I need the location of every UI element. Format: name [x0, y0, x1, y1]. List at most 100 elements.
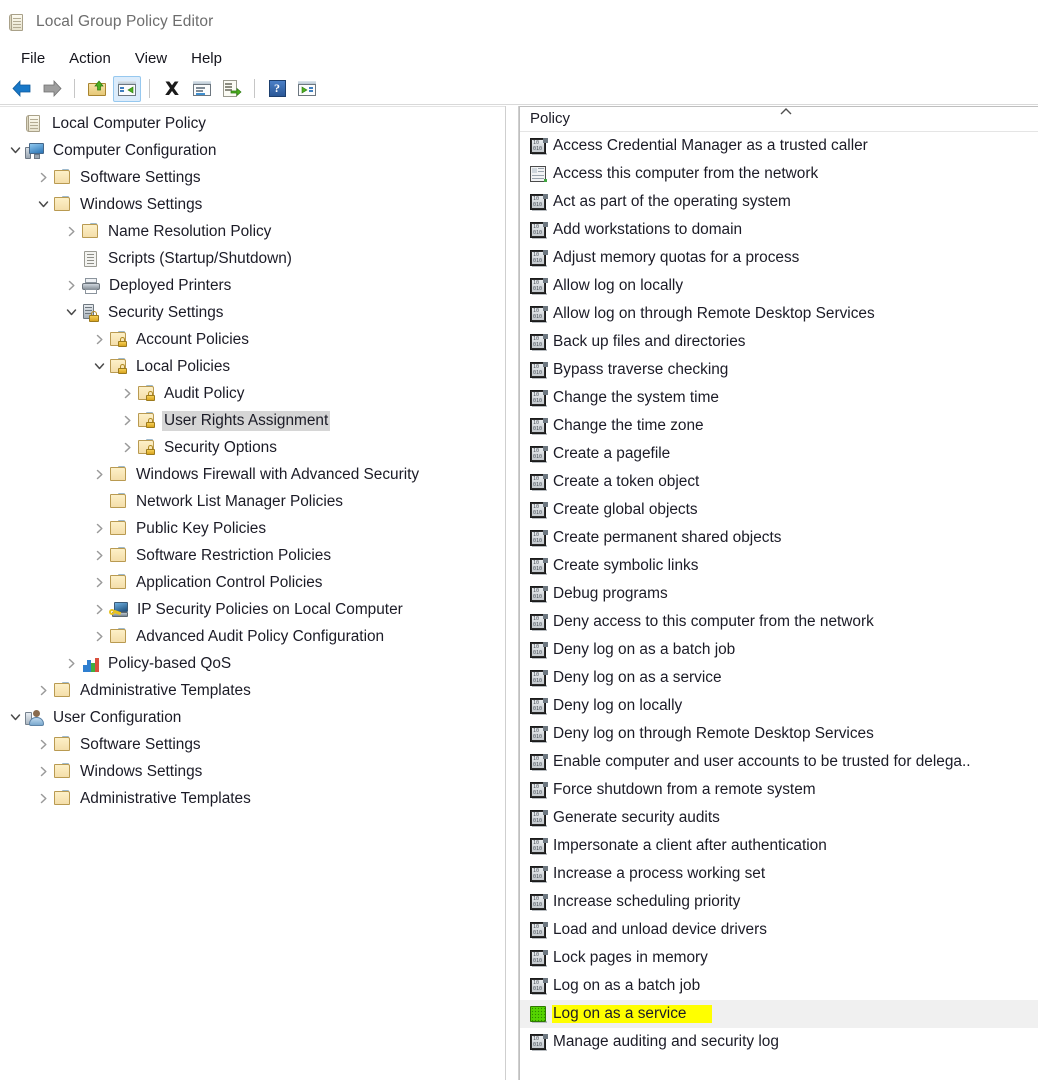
tree-item-account-policies[interactable]: Account Policies	[0, 326, 505, 353]
tree-item-network-list-manager-policies[interactable]: Network List Manager Policies	[0, 488, 505, 515]
menu-help[interactable]: Help	[182, 48, 231, 69]
policy-list-item[interactable]: 10010Deny access to this computer from t…	[520, 608, 1038, 636]
chevron-right-icon[interactable]	[90, 519, 109, 538]
chevron-right-icon[interactable]	[90, 600, 109, 619]
chevron-down-icon[interactable]	[6, 708, 25, 727]
chevron-down-icon[interactable]	[90, 357, 109, 376]
menu-action[interactable]: Action	[60, 48, 120, 69]
help-button[interactable]: ?	[263, 76, 291, 102]
policy-list-item[interactable]: 10010Deny log on through Remote Desktop …	[520, 720, 1038, 748]
tree-item-windows-settings[interactable]: Windows Settings	[0, 191, 505, 218]
menu-view[interactable]: View	[126, 48, 176, 69]
chevron-right-icon[interactable]	[34, 168, 53, 187]
policy-list-item[interactable]: Access this computer from the network	[520, 160, 1038, 188]
chevron-down-icon[interactable]	[34, 195, 53, 214]
chevron-right-icon[interactable]	[34, 762, 53, 781]
pane-splitter[interactable]	[505, 106, 519, 1080]
policy-list-item[interactable]: 10010Increase a process working set	[520, 860, 1038, 888]
tree-item-security-options[interactable]: Security Options	[0, 434, 505, 461]
policy-list-item[interactable]: 10010Act as part of the operating system	[520, 188, 1038, 216]
tree-item-software-settings[interactable]: Software Settings	[0, 731, 505, 758]
policy-list-item[interactable]: 10010Change the time zone	[520, 412, 1038, 440]
menu-file[interactable]: File	[12, 48, 54, 69]
chevron-right-icon[interactable]	[90, 627, 109, 646]
chevron-right-icon[interactable]	[34, 681, 53, 700]
tree-item-advanced-audit-policy-configuration[interactable]: Advanced Audit Policy Configuration	[0, 623, 505, 650]
policy-list-item[interactable]: 10010Deny log on locally	[520, 692, 1038, 720]
chevron-right-icon[interactable]	[34, 789, 53, 808]
policy-list-item[interactable]: 10010Create a token object	[520, 468, 1038, 496]
chevron-right-icon[interactable]	[90, 465, 109, 484]
policy-list-item[interactable]: 10010Allow log on locally	[520, 272, 1038, 300]
tree-item-software-settings[interactable]: Software Settings	[0, 164, 505, 191]
forward-button[interactable]	[38, 76, 66, 102]
policy-column-header[interactable]: Policy	[520, 107, 1038, 132]
policy-list-item[interactable]: 10010Increase scheduling priority	[520, 888, 1038, 916]
tree-item-windows-settings[interactable]: Windows Settings	[0, 758, 505, 785]
chevron-right-icon[interactable]	[118, 411, 137, 430]
chevron-right-icon[interactable]	[118, 438, 137, 457]
tree-item-deployed-printers[interactable]: Deployed Printers	[0, 272, 505, 299]
policy-list-item[interactable]: 10010Bypass traverse checking	[520, 356, 1038, 384]
tree-item-public-key-policies[interactable]: Public Key Policies	[0, 515, 505, 542]
tree-item-computer-configuration[interactable]: Computer Configuration	[0, 137, 505, 164]
chevron-right-icon[interactable]	[62, 222, 81, 241]
tree-item-windows-firewall-with-advanced-security[interactable]: Windows Firewall with Advanced Security	[0, 461, 505, 488]
policy-list-item[interactable]: 10010Add workstations to domain	[520, 216, 1038, 244]
policy-list-item[interactable]: 10010Generate security audits	[520, 804, 1038, 832]
policy-item-icon: 10010	[530, 642, 548, 659]
policy-list-item[interactable]: 10010Deny log on as a batch job	[520, 636, 1038, 664]
policy-list-item[interactable]: 10010Back up files and directories	[520, 328, 1038, 356]
chevron-right-icon[interactable]	[90, 573, 109, 592]
delete-button[interactable]	[158, 76, 186, 102]
tree-item-ip-security-policies-on-local-computer[interactable]: IP Security Policies on Local Computer	[0, 596, 505, 623]
tree-item-local-policies[interactable]: Local Policies	[0, 353, 505, 380]
tree-item-application-control-policies[interactable]: Application Control Policies	[0, 569, 505, 596]
show-hide-console-tree-button[interactable]	[113, 76, 141, 102]
chevron-right-icon[interactable]	[118, 384, 137, 403]
chevron-right-icon[interactable]	[34, 735, 53, 754]
tree-item-name-resolution-policy[interactable]: Name Resolution Policy	[0, 218, 505, 245]
tree-item-administrative-templates[interactable]: Administrative Templates	[0, 785, 505, 812]
chevron-right-icon[interactable]	[62, 276, 81, 295]
policy-list-item[interactable]: 10010Deny log on as a service	[520, 664, 1038, 692]
policy-list-item[interactable]: 10010Change the system time	[520, 384, 1038, 412]
policy-list-item[interactable]: 10010Access Credential Manager as a trus…	[520, 132, 1038, 160]
tree-item-user-rights-assignment[interactable]: User Rights Assignment	[0, 407, 505, 434]
policy-list-item[interactable]: 10010Create permanent shared objects	[520, 524, 1038, 552]
chevron-right-icon[interactable]	[62, 654, 81, 673]
policy-list-item[interactable]: 10010Force shutdown from a remote system	[520, 776, 1038, 804]
properties-button[interactable]	[188, 76, 216, 102]
policy-list-item[interactable]: 10010Adjust memory quotas for a process	[520, 244, 1038, 272]
chevron-down-icon[interactable]	[62, 303, 81, 322]
policy-list-item[interactable]: 10010Create global objects	[520, 496, 1038, 524]
policy-list-item[interactable]: 10010Log on as a batch job	[520, 972, 1038, 1000]
export-list-button[interactable]	[218, 76, 246, 102]
tree-item-local-computer-policy[interactable]: Local Computer Policy	[0, 110, 505, 137]
policy-item-label: Load and unload device drivers	[552, 921, 768, 939]
tree-item-audit-policy[interactable]: Audit Policy	[0, 380, 505, 407]
tree-item-policy-based-qos[interactable]: Policy-based QoS	[0, 650, 505, 677]
policy-list-item[interactable]: 10010Impersonate a client after authenti…	[520, 832, 1038, 860]
chevron-right-icon[interactable]	[90, 546, 109, 565]
policy-list-item[interactable]: 10010Create a pagefile	[520, 440, 1038, 468]
tree-item-software-restriction-policies[interactable]: Software Restriction Policies	[0, 542, 505, 569]
policy-list-item[interactable]: 10010Create symbolic links	[520, 552, 1038, 580]
back-button[interactable]	[8, 76, 36, 102]
policy-list-item[interactable]: 10010Debug programs	[520, 580, 1038, 608]
up-one-level-button[interactable]	[83, 76, 111, 102]
tree-item-security-settings[interactable]: Security Settings	[0, 299, 505, 326]
policy-item-label: Deny log on locally	[552, 697, 683, 715]
chevron-down-icon[interactable]	[6, 141, 25, 160]
tree-item-administrative-templates[interactable]: Administrative Templates	[0, 677, 505, 704]
policy-list-item[interactable]: 10010Load and unload device drivers	[520, 916, 1038, 944]
policy-list-item[interactable]: 10010Manage auditing and security log	[520, 1028, 1038, 1056]
tree-item-user-configuration[interactable]: User Configuration	[0, 704, 505, 731]
chevron-right-icon[interactable]	[90, 330, 109, 349]
policy-list-item[interactable]: 10010Enable computer and user accounts t…	[520, 748, 1038, 776]
policy-list-item[interactable]: 10010Lock pages in memory	[520, 944, 1038, 972]
show-hide-action-pane-button[interactable]	[293, 76, 321, 102]
tree-item-scripts-startup-shutdown[interactable]: Scripts (Startup/Shutdown)	[0, 245, 505, 272]
policy-list-item[interactable]: 10010Allow log on through Remote Desktop…	[520, 300, 1038, 328]
policy-list-item[interactable]: Log on as a service	[520, 1000, 1038, 1028]
